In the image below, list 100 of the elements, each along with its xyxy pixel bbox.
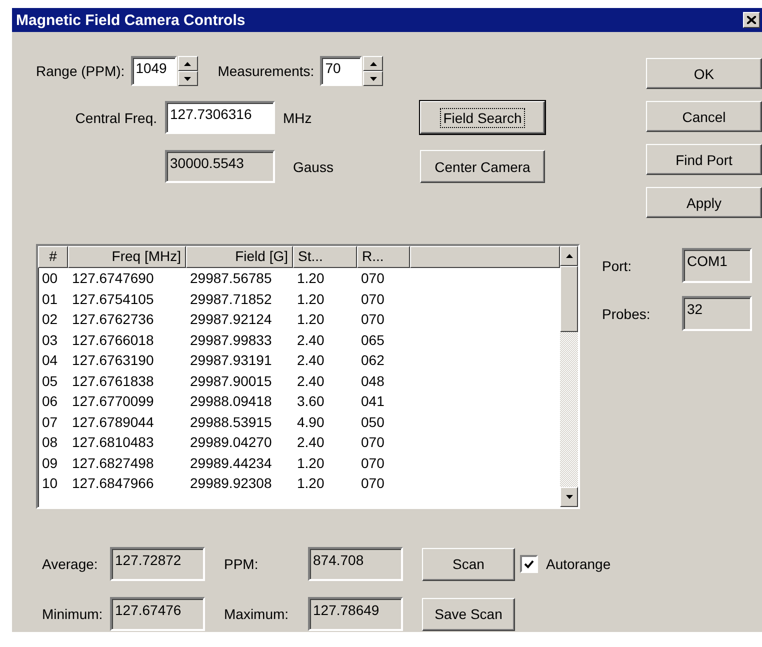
spin-up-button[interactable] bbox=[178, 56, 198, 71]
readout-field: 874.708 bbox=[308, 547, 403, 581]
table-cell-text: 29989.92308 bbox=[189, 475, 273, 492]
table-cell-text: 07 bbox=[41, 414, 59, 430]
table-cell-text: 00 bbox=[41, 270, 59, 286]
table-cell-text: 29987.93191 bbox=[189, 352, 273, 368]
table-cell-text: 1.20 bbox=[296, 311, 326, 328]
checkbox-label[interactable]: Autorange bbox=[546, 556, 611, 572]
table-cell-text: 29989.44234 bbox=[189, 454, 273, 471]
up-arrow-icon bbox=[566, 254, 572, 258]
table-cell-text: 29987.71852 bbox=[189, 290, 273, 307]
spin-up-button[interactable] bbox=[363, 56, 384, 71]
readout-field: COM1 bbox=[682, 248, 752, 283]
table-cell-text: 08 bbox=[41, 434, 59, 450]
field-label: Measurements: bbox=[218, 63, 314, 79]
table-cell-text: 1.20 bbox=[296, 270, 326, 286]
field-label: Port: bbox=[602, 258, 632, 274]
table-cell-text: 29987.90015 bbox=[189, 372, 273, 389]
table-cell-text: 127.6766018 bbox=[71, 332, 155, 348]
column-header[interactable]: Freq [MHz] bbox=[68, 246, 186, 268]
readout-field: 32 bbox=[682, 296, 752, 331]
spin-down-button[interactable] bbox=[178, 71, 198, 86]
table-cell-text: 29987.56785 bbox=[189, 270, 273, 286]
table-cell-text: 29988.53915 bbox=[189, 414, 273, 430]
spin-field[interactable]: 70 bbox=[320, 56, 362, 86]
scan-button[interactable]: Save Scan bbox=[422, 598, 515, 630]
scroll-up-button[interactable] bbox=[560, 246, 578, 266]
table-cell-text: 05 bbox=[41, 372, 59, 389]
field-label: PPM: bbox=[224, 556, 260, 572]
table-cell-text: 070 bbox=[360, 290, 386, 307]
readout-field: 127.72872 bbox=[110, 547, 205, 581]
table-cell-text: 2.40 bbox=[296, 372, 326, 389]
field-label: Maximum: bbox=[224, 606, 290, 622]
table-cell-text: 29989.04270 bbox=[189, 434, 273, 450]
table-cell-text: 070 bbox=[360, 270, 386, 286]
frequency-field[interactable]: 127.7306316 bbox=[165, 101, 275, 134]
table-cell-text: 127.6789044 bbox=[71, 414, 155, 430]
table-cell-text: 070 bbox=[360, 311, 386, 328]
down-arrow-icon bbox=[370, 76, 377, 80]
spin-down-button[interactable] bbox=[363, 71, 384, 86]
table-cell-text: 127.6847966 bbox=[71, 475, 155, 492]
readout-field: 127.78649 bbox=[308, 597, 403, 631]
dialog-button[interactable]: Apply bbox=[646, 187, 762, 218]
spin-field[interactable]: 1049 bbox=[130, 56, 177, 86]
table-cell-text: 127.6762736 bbox=[71, 311, 155, 328]
column-header[interactable]: Field [G] bbox=[186, 246, 293, 268]
table-cell-text: 062 bbox=[360, 352, 386, 368]
table-cell-text: 03 bbox=[41, 332, 59, 348]
table-cell-text: 070 bbox=[360, 475, 386, 492]
table-cell-text: 02 bbox=[41, 311, 59, 328]
column-header[interactable] bbox=[410, 246, 560, 268]
table-cell-text: 10 bbox=[41, 475, 59, 492]
up-arrow-icon bbox=[184, 62, 192, 66]
check-icon bbox=[524, 560, 534, 568]
table-cell-text: 2.40 bbox=[296, 332, 326, 348]
table-cell-text: 127.6827498 bbox=[71, 454, 155, 471]
table-cell-text: 127.6770099 bbox=[71, 393, 155, 410]
scroll-down-button[interactable] bbox=[560, 487, 578, 507]
table-cell-text: 041 bbox=[360, 393, 386, 410]
table-cell-text: 065 bbox=[360, 332, 386, 348]
field-label: Range (PPM): bbox=[36, 63, 125, 79]
column-header[interactable]: St... bbox=[293, 246, 357, 268]
field-label: Probes: bbox=[602, 306, 650, 322]
dialog-button[interactable]: Cancel bbox=[646, 101, 762, 132]
table-cell-text: 127.6747690 bbox=[71, 270, 155, 286]
scan-button[interactable]: Scan bbox=[422, 548, 515, 580]
dialog-button[interactable]: Find Port bbox=[646, 144, 762, 175]
table-cell-text: 3.60 bbox=[296, 393, 326, 410]
table-cell-text: 4.90 bbox=[296, 414, 326, 430]
table-cell-text: 070 bbox=[360, 434, 386, 450]
close-button[interactable] bbox=[743, 12, 760, 28]
column-header[interactable]: R... bbox=[357, 246, 410, 268]
scroll-thumb[interactable] bbox=[560, 266, 578, 332]
action-button[interactable]: Field Search bbox=[420, 101, 545, 134]
table-cell-text: 048 bbox=[360, 372, 386, 389]
unit-label: MHz bbox=[283, 110, 313, 126]
table-cell-text: 1.20 bbox=[296, 290, 326, 307]
table-cell-text: 127.6754105 bbox=[71, 290, 155, 307]
down-arrow-icon bbox=[566, 495, 572, 499]
up-arrow-icon bbox=[370, 62, 377, 66]
column-header[interactable]: # bbox=[38, 246, 68, 268]
table-cell-text: 1.20 bbox=[296, 454, 326, 471]
table-cell-text: 127.6761838 bbox=[71, 372, 155, 389]
table-cell-text: 127.6763190 bbox=[71, 352, 155, 368]
field-label: Central Freq. bbox=[74, 110, 157, 126]
table-cell-text: 127.6810483 bbox=[71, 434, 155, 450]
table-cell-text: 01 bbox=[41, 290, 59, 307]
table-cell-text: 29987.99833 bbox=[189, 332, 273, 348]
table-cell-text: 1.20 bbox=[296, 475, 326, 492]
unit-label: Gauss bbox=[293, 158, 334, 174]
readout-field: 127.67476 bbox=[110, 597, 205, 631]
autorange-checkbox[interactable] bbox=[520, 555, 538, 573]
table-cell-text: 29988.09418 bbox=[189, 393, 273, 410]
action-button[interactable]: Center Camera bbox=[420, 150, 545, 183]
dialog-button[interactable]: OK bbox=[646, 58, 762, 89]
close-icon bbox=[747, 16, 756, 24]
field-label: Average: bbox=[42, 556, 99, 572]
window-title: Magnetic Field Camera Controls bbox=[16, 12, 246, 28]
down-arrow-icon bbox=[184, 76, 192, 80]
table-cell-text: 2.40 bbox=[296, 352, 326, 368]
